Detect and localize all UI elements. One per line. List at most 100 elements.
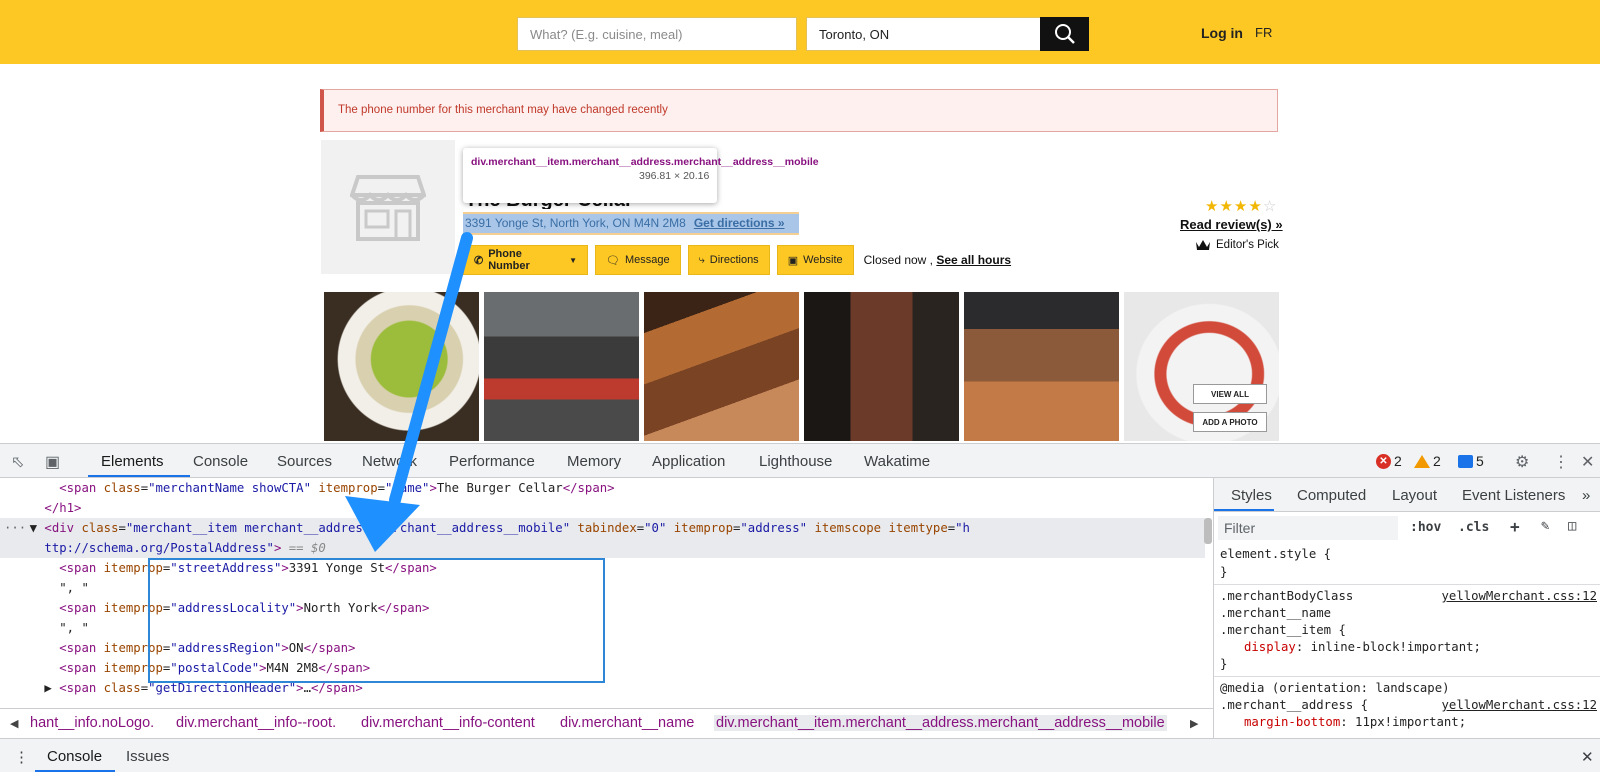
- style-declaration[interactable]: display: inline-block!important;: [1244, 639, 1481, 656]
- tab-event-listeners[interactable]: Event Listeners: [1462, 487, 1565, 504]
- tab-performance[interactable]: Performance: [449, 453, 535, 470]
- more-options-icon[interactable]: ⋮: [1553, 452, 1569, 472]
- tab-application[interactable]: Application: [652, 453, 725, 470]
- css-source-link[interactable]: yellowMerchant.css:12: [1442, 697, 1597, 714]
- style-selector[interactable]: .merchant__address {: [1220, 697, 1368, 714]
- tooltip-class-name: div.merchant__item.merchant__address.mer…: [471, 156, 819, 168]
- phone-number-button[interactable]: ✆ Phone Number ▼: [463, 245, 588, 275]
- search-where-input[interactable]: Toronto, ON: [806, 17, 1041, 51]
- css-value: : inline-block!important;: [1295, 640, 1481, 654]
- devtools-tab-bar: ⬁ ▣ Elements Console Sources Network Per…: [0, 444, 1600, 478]
- photo-caprese[interactable]: VIEW ALL ADD A PHOTO: [1124, 292, 1279, 441]
- breadcrumb-item[interactable]: div.merchant__info-content: [361, 715, 535, 731]
- see-all-hours-link[interactable]: See all hours: [936, 253, 1011, 267]
- language-toggle[interactable]: FR: [1255, 25, 1272, 40]
- message-count-badge[interactable]: 5: [1458, 453, 1484, 469]
- tree-line-selected[interactable]: ··· ▼ <div class="merchant__item merchan…: [0, 518, 1205, 538]
- style-declaration[interactable]: margin-bottom: 11px!important;: [1244, 714, 1466, 731]
- message-button[interactable]: 🗨 Message: [595, 245, 681, 275]
- tab-elements[interactable]: Elements: [101, 453, 164, 470]
- merchant-actions: ✆ Phone Number ▼ 🗨 Message ⤷ Directions …: [463, 245, 1011, 275]
- style-selector[interactable]: .merchant__item {: [1220, 622, 1346, 639]
- breadcrumb-item[interactable]: hant__info.noLogo.: [30, 715, 154, 731]
- class-toggle[interactable]: .cls: [1458, 520, 1489, 535]
- media-query: @media (orientation: landscape): [1220, 681, 1450, 695]
- more-tabs-icon[interactable]: »: [1582, 487, 1590, 504]
- drawer-menu-icon[interactable]: ⋮: [14, 748, 29, 766]
- add-photo-button[interactable]: ADD A PHOTO: [1193, 412, 1267, 432]
- tree-line[interactable]: <span class="merchantName showCTA" itemp…: [0, 478, 1205, 498]
- drawer-tab-issues[interactable]: Issues: [126, 748, 169, 765]
- chevron-left-icon[interactable]: ◀: [10, 717, 18, 730]
- search-what-input[interactable]: What? (E.g. cuisine, meal): [517, 17, 797, 51]
- tab-lighthouse[interactable]: Lighthouse: [759, 453, 832, 470]
- active-tab-indicator: [88, 475, 190, 477]
- drawer-tab-console[interactable]: Console: [47, 748, 102, 765]
- search-button[interactable]: [1040, 17, 1089, 51]
- dom-breadcrumbs: ◀ hant__info.noLogo. div.merchant__info-…: [0, 708, 1213, 738]
- breadcrumb-item[interactable]: div.merchant__info--root.: [176, 715, 336, 731]
- photo-interior[interactable]: [964, 292, 1119, 441]
- paint-brush-icon[interactable]: ✎: [1541, 518, 1549, 534]
- hover-state-toggle[interactable]: :hov: [1410, 520, 1441, 535]
- breadcrumb-item-current[interactable]: div.merchant__item.merchant__address.mer…: [714, 715, 1167, 731]
- photo-salad[interactable]: [324, 292, 479, 441]
- login-link[interactable]: Log in: [1201, 25, 1243, 41]
- read-reviews-link[interactable]: Read review(s) »: [1180, 217, 1283, 232]
- divider: [1214, 676, 1600, 677]
- active-styles-tab-indicator: [1214, 509, 1274, 511]
- tree-line[interactable]: </h1>: [0, 498, 1205, 518]
- tooltip-dimensions: 396.81 × 20.16: [639, 170, 710, 182]
- crown-icon: [1196, 240, 1210, 250]
- tab-console[interactable]: Console: [193, 453, 248, 470]
- device-toolbar-icon[interactable]: ▣: [45, 452, 60, 472]
- merchant-logo-placeholder: [321, 140, 455, 274]
- css-source-link[interactable]: yellowMerchant.css:12: [1442, 588, 1597, 605]
- website-button[interactable]: ▣ Website: [776, 245, 854, 275]
- directions-icon: ⤷: [698, 253, 705, 266]
- closed-now-text: Closed now ,: [863, 253, 934, 267]
- error-icon: ✕: [1376, 453, 1391, 469]
- merchant-address[interactable]: 3391 Yonge St, North York, ON M4N 2M8 Get…: [463, 214, 799, 233]
- styles-pane: Styles Computed Layout Event Listeners »…: [1213, 478, 1600, 738]
- tab-layout[interactable]: Layout: [1392, 487, 1437, 504]
- photo-storefront[interactable]: [484, 292, 639, 441]
- warning-count-badge[interactable]: 2: [1414, 453, 1441, 469]
- tab-network[interactable]: Network: [362, 453, 417, 470]
- star-empty-icon: ☆: [1262, 198, 1278, 215]
- tree-line-selected[interactable]: ttp://schema.org/PostalAddress"> == $0: [0, 538, 1205, 558]
- photo-dining-room[interactable]: [804, 292, 959, 441]
- photo-bar[interactable]: [644, 292, 799, 441]
- sidebar-toggle-icon[interactable]: ◫: [1568, 518, 1576, 534]
- close-icon[interactable]: ✕: [1581, 452, 1594, 472]
- styles-tab-bar: Styles Computed Layout Event Listeners »: [1214, 478, 1600, 512]
- chat-icon: 🗨: [606, 254, 620, 267]
- monitor-icon: ▣: [787, 254, 799, 267]
- style-selector[interactable]: .merchant__name: [1220, 605, 1331, 622]
- new-rule-icon[interactable]: +: [1510, 517, 1520, 536]
- inspect-element-icon[interactable]: ⬁: [11, 452, 24, 472]
- tab-sources[interactable]: Sources: [277, 453, 332, 470]
- tab-memory[interactable]: Memory: [567, 453, 621, 470]
- chevron-right-icon[interactable]: ▶: [1190, 717, 1198, 730]
- view-all-button[interactable]: VIEW ALL: [1193, 384, 1267, 404]
- warning-icon: [1414, 454, 1430, 468]
- breadcrumb-item[interactable]: div.merchant__name: [560, 715, 694, 731]
- style-rule-line[interactable]: element.style {: [1220, 546, 1331, 563]
- close-drawer-icon[interactable]: ✕: [1581, 748, 1594, 766]
- gear-icon[interactable]: ⚙: [1515, 452, 1529, 472]
- tab-styles[interactable]: Styles: [1231, 487, 1272, 504]
- annotation-highlight-box: [148, 558, 605, 683]
- editors-pick-label: Editor's Pick: [1216, 239, 1279, 251]
- elements-scrollbar[interactable]: [1204, 518, 1212, 544]
- directions-label: Directions: [709, 254, 759, 266]
- message-label: Message: [624, 254, 670, 266]
- divider: [1214, 584, 1600, 585]
- get-directions-link[interactable]: Get directions »: [694, 216, 785, 230]
- tab-computed[interactable]: Computed: [1297, 487, 1366, 504]
- style-selector[interactable]: .merchantBodyClass: [1220, 588, 1353, 605]
- styles-filter-input[interactable]: Filter: [1218, 516, 1398, 540]
- directions-button[interactable]: ⤷ Directions: [687, 245, 770, 275]
- error-count-badge[interactable]: ✕ 2: [1376, 453, 1402, 469]
- tab-wakatime[interactable]: Wakatime: [864, 453, 930, 470]
